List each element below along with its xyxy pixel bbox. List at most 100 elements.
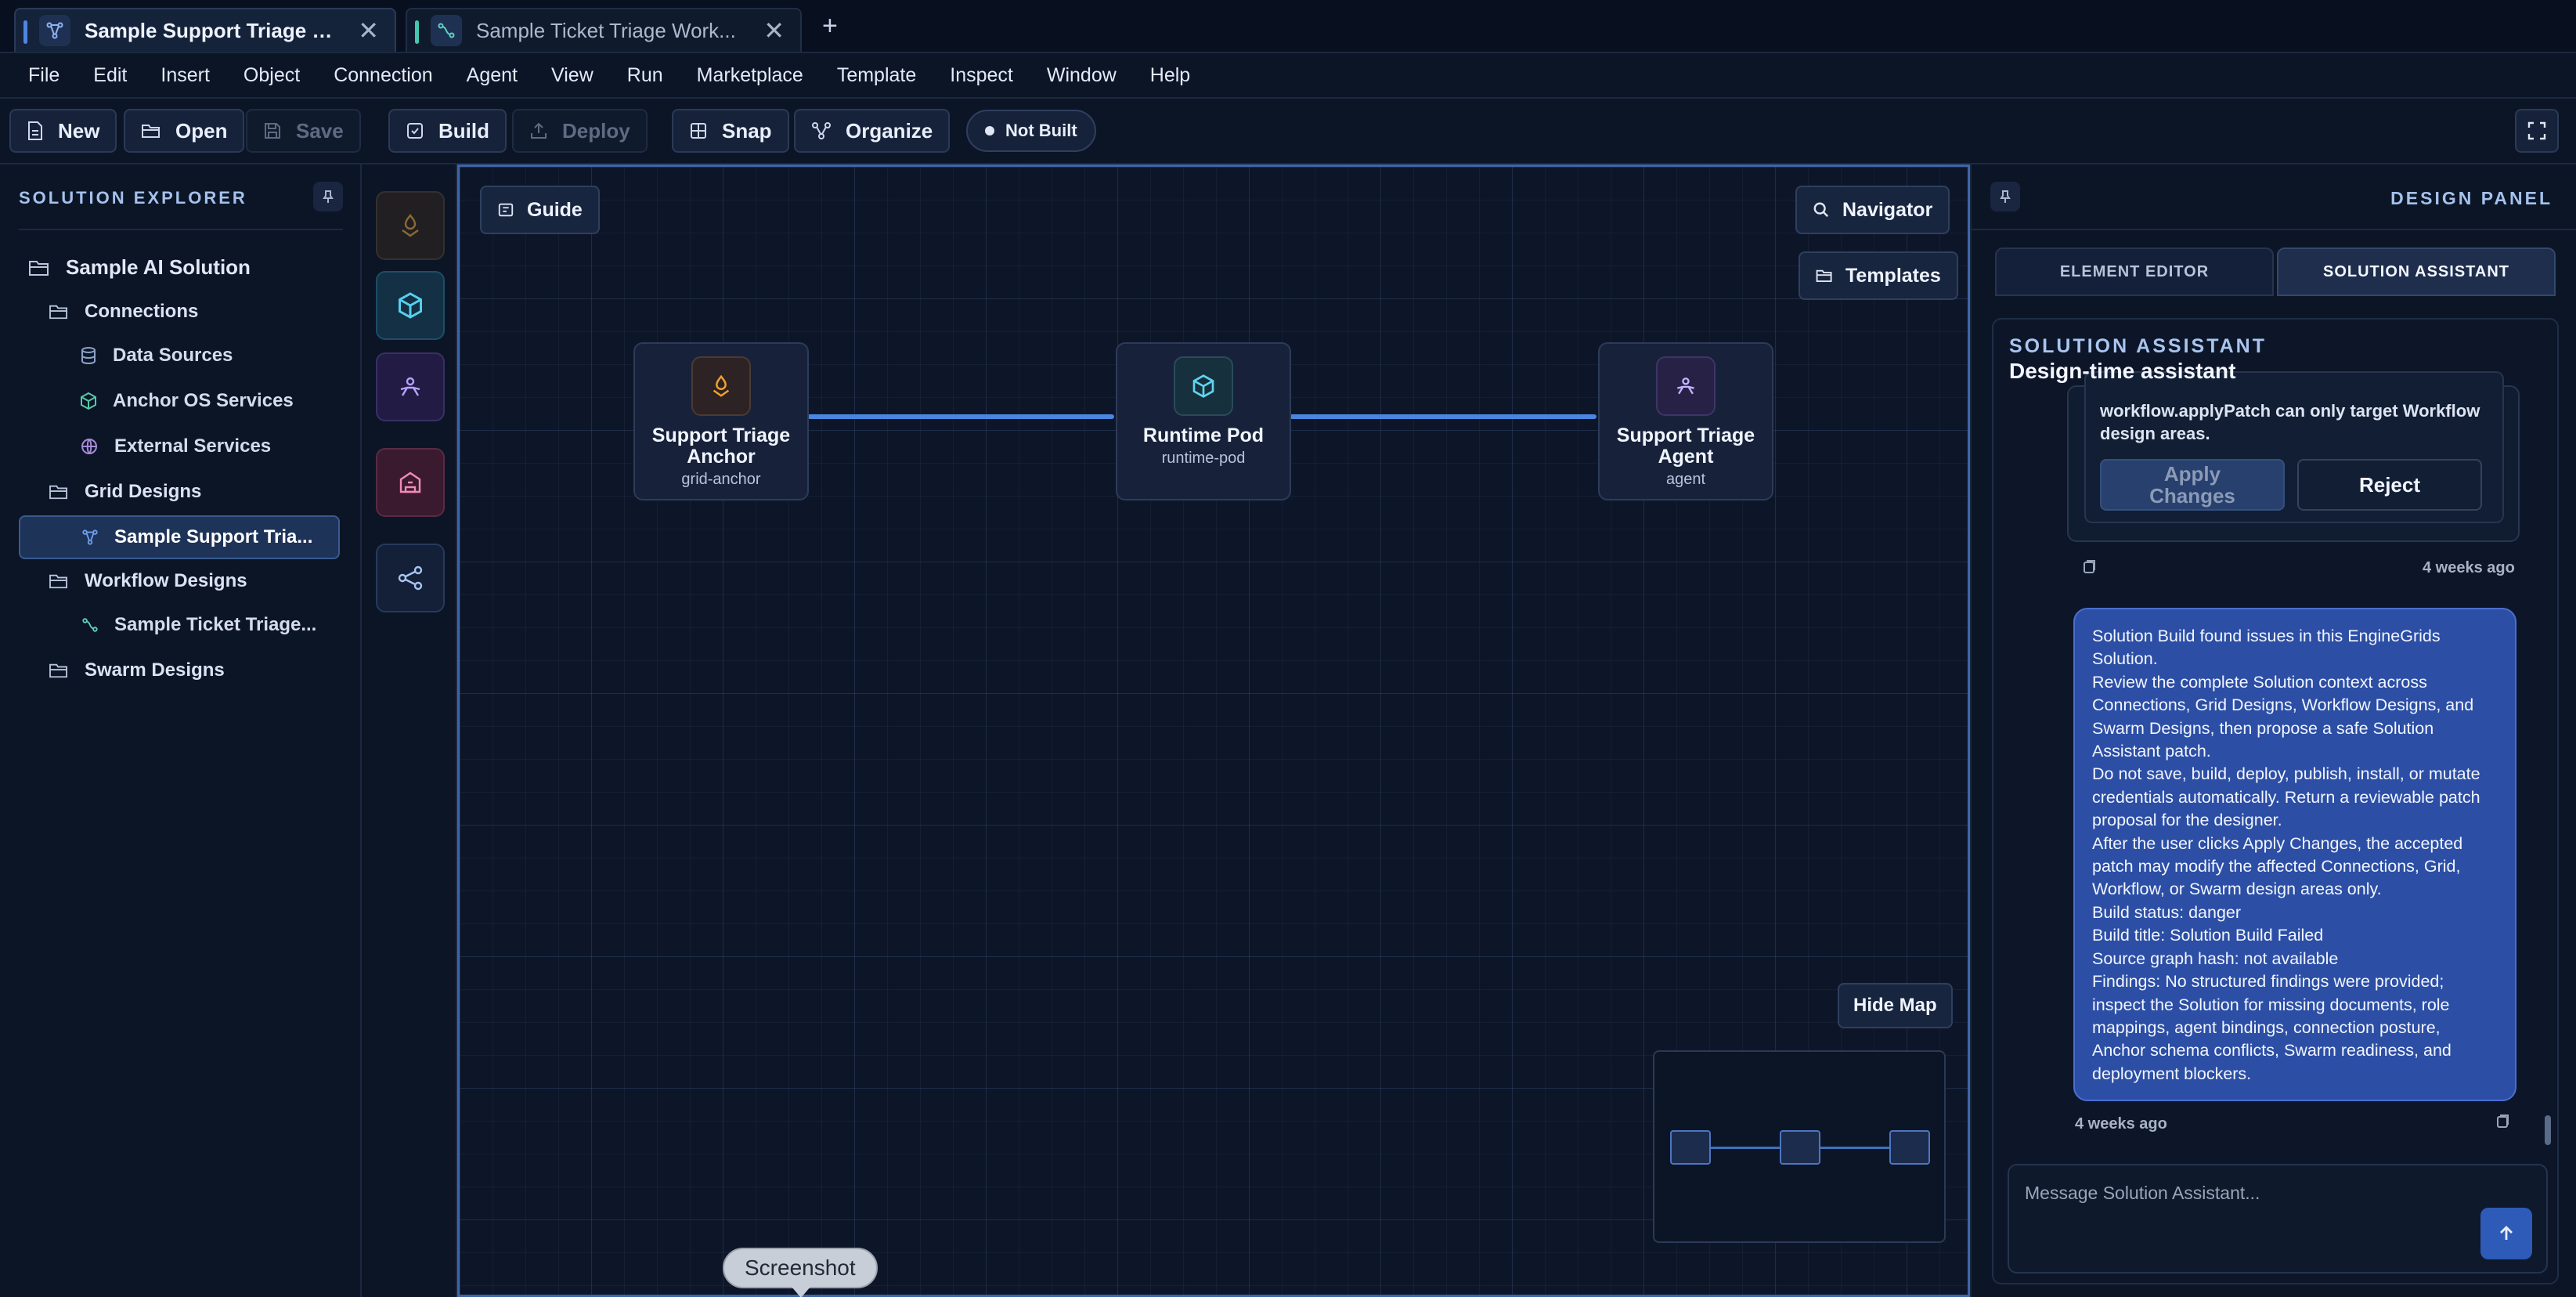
hide-map-button[interactable]: Hide Map [1838,983,1953,1028]
chat-scrollbar[interactable] [2545,1115,2551,1145]
save-label: Save [296,118,344,143]
anchor-icon [402,214,419,237]
menu-marketplace[interactable]: Marketplace [697,64,803,87]
tab-label: ELEMENT EDITOR [2059,262,2210,280]
apply-changes-button[interactable]: Apply Changes [2100,459,2285,511]
organize-button[interactable]: Organize [794,109,951,153]
message-line: Source graph hash: not available [2092,948,2339,968]
close-icon[interactable]: ✕ [358,16,379,45]
palette-agent-button[interactable] [376,352,445,421]
tree-folder-connections[interactable]: Connections [49,301,198,323]
menu-view[interactable]: View [551,64,593,87]
templates-button[interactable]: Templates [1799,251,1958,300]
menu-inspect[interactable]: Inspect [950,64,1013,87]
node-runtime-pod[interactable]: Runtime Pod runtime-pod [1116,342,1291,500]
snap-button[interactable]: Snap [672,109,789,153]
palette-connector-button[interactable] [376,544,445,612]
build-button[interactable]: Build [388,109,507,153]
new-button[interactable]: New [9,109,117,153]
tree-item-data-sources[interactable]: Data Sources [80,345,233,367]
menu-object[interactable]: Object [244,64,300,87]
tree-root-solution[interactable]: Sample AI Solution [28,255,251,280]
globe-icon [81,439,97,454]
minimap-node [1780,1130,1820,1165]
palette-anchor-button[interactable] [376,191,445,260]
screenshot-tooltip[interactable]: Screenshot [723,1248,878,1297]
message-line: Solution Build found issues in this Engi… [2092,627,2441,645]
node-type: agent [1665,471,1706,488]
tree-item-anchor-os-services[interactable]: Anchor OS Services [80,390,294,412]
deploy-button[interactable]: Deploy [512,109,648,153]
tab-element-editor[interactable]: ELEMENT EDITOR [1995,247,2274,296]
tree-folder-grid-designs[interactable]: Grid Designs [49,481,201,503]
menu-window[interactable]: Window [1047,64,1117,87]
organize-icon [812,122,831,139]
message-line: Findings: No structured findings were pr… [2092,972,2444,992]
node-title: Agent [1658,446,1714,468]
folder-open-icon [142,125,160,138]
tree-folder-swarm-designs[interactable]: Swarm Designs [49,659,225,681]
menu-agent[interactable]: Agent [467,64,518,87]
navigator-button[interactable]: Navigator [1795,186,1950,234]
organize-label: Organize [846,118,933,143]
message-input[interactable]: Message Solution Assistant... [2008,1164,2548,1274]
agent-icon [1656,356,1716,416]
edge-pod-to-agent[interactable] [1290,414,1596,419]
save-button[interactable]: Save [246,109,361,153]
pin-panel-button[interactable] [1990,182,2020,211]
menu-edit[interactable]: Edit [93,64,127,87]
reject-label: Reject [2358,473,2421,497]
solution-explorer: SOLUTION EXPLORER Sample AI Solution Con… [0,164,362,1297]
tree-item-support-triage-grid[interactable]: Sample Support Tria... [19,515,340,559]
tree-item-ticket-triage-workflow[interactable]: Sample Ticket Triage... [81,614,316,636]
menu-run[interactable]: Run [627,64,663,87]
reject-button[interactable]: Reject [2297,459,2482,511]
workflow-icon [82,618,98,632]
copy-icon[interactable] [2081,559,2097,575]
pin-explorer-button[interactable] [313,182,343,211]
new-tab-button[interactable]: + [822,11,838,42]
design-canvas[interactable]: Guide Navigator Templates Support Triage… [457,164,1970,1297]
menu-insert[interactable]: Insert [161,64,210,87]
chat-title: SOLUTION ASSISTANT [2009,335,2267,357]
menu-help[interactable]: Help [1150,64,1190,87]
tab-workflow-design[interactable]: Sample Ticket Triage Work... ✕ [406,8,802,52]
tree-item-external-services[interactable]: External Services [80,435,271,457]
element-palette [363,164,457,1297]
send-button[interactable] [2480,1208,2532,1259]
open-button[interactable]: Open [124,109,245,153]
tree-folder-workflow-designs[interactable]: Workflow Designs [49,570,247,592]
close-icon[interactable]: ✕ [763,16,785,45]
menu-file[interactable]: File [28,64,60,87]
tab-label: SOLUTION ASSISTANT [2323,262,2509,280]
tab-grid-design[interactable]: Sample Support Triage Gri... ✕ [14,8,396,52]
guide-button[interactable]: Guide [480,186,600,234]
tree-label: Sample Ticket Triage... [114,614,317,635]
copy-icon[interactable] [2495,1114,2510,1129]
grid-design-icon [82,529,98,545]
tree-label: Connections [85,301,199,322]
node-title: Support Triage [651,425,791,446]
folder-open-icon [49,574,67,589]
tree-label: Sample Support Tria... [114,526,313,547]
open-label: Open [175,118,228,143]
node-support-triage-agent[interactable]: Support Triage Agent agent [1598,342,1773,500]
minimap[interactable] [1653,1050,1946,1243]
menu-template[interactable]: Template [837,64,916,87]
menu-bar: File Edit Insert Object Connection Agent… [0,53,2576,99]
node-support-triage-anchor[interactable]: Support Triage Anchor grid-anchor [633,342,809,500]
menu-connection[interactable]: Connection [334,64,432,87]
assistant-message-text: workflow.applyPatch can only target Work… [2100,401,2480,443]
palette-runtime-pod-button[interactable] [376,271,445,340]
status-dot [985,126,994,135]
tab-solution-assistant[interactable]: SOLUTION ASSISTANT [2277,247,2556,296]
message-line: mappings, agent bindings, connection pos… [2092,1017,2441,1037]
tab-label: Sample Ticket Triage Work... [476,18,736,42]
share-icon [398,565,423,591]
fullscreen-button[interactable] [2515,109,2559,153]
divider [1972,229,2576,230]
palette-swarm-button[interactable] [376,448,445,517]
edge-anchor-to-pod[interactable] [807,414,1114,419]
database-icon [81,347,96,365]
toolbar: New Open Save Build Deploy Snap Organize [0,99,2576,164]
